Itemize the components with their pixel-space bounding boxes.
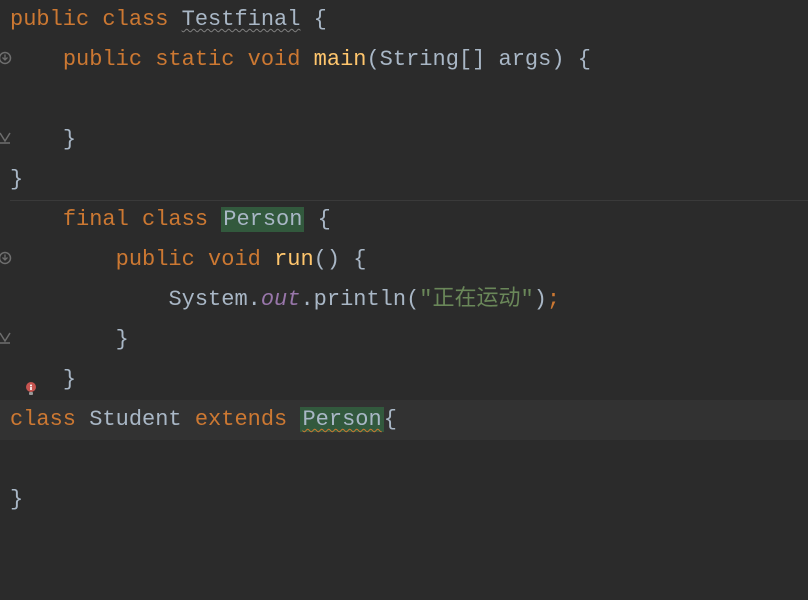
code-line[interactable]: } [0,160,808,200]
code-content: } [10,320,129,360]
token: } [116,327,129,352]
token: public [116,247,208,272]
code-content: class Student extends Person{ [10,400,397,440]
code-content: public void run() { [10,240,366,280]
code-content: } [10,480,23,520]
gutter [0,400,10,440]
token: println( [314,287,420,312]
token: out [261,287,301,312]
token: () { [314,247,367,272]
gutter [0,440,10,480]
gutter [0,240,10,280]
gutter [0,200,10,240]
gutter [0,360,10,400]
gutter [0,560,10,600]
token: class [102,7,181,32]
code-line[interactable] [0,520,808,560]
token: run [274,247,314,272]
gutter [0,40,10,80]
token: } [63,367,76,392]
token: extends [195,407,301,432]
token: final [63,207,142,232]
token: ) [534,287,547,312]
code-content: public static void main(String[] args) { [10,40,591,80]
code-line[interactable]: System.out.println("正在运动"); [0,280,808,320]
token: class [142,207,221,232]
token: ; [547,287,560,312]
code-line[interactable] [0,560,808,600]
code-content: System.out.println("正在运动"); [10,280,560,320]
code-line[interactable]: } [0,120,808,160]
gutter [0,320,10,360]
token: void [248,47,314,72]
code-line[interactable]: class Student extends Person{ [0,400,808,440]
gutter [0,280,10,320]
token: void [208,247,274,272]
token: Testfinal [182,7,301,32]
token: (String[] args) { [366,47,590,72]
code-line[interactable]: public static void main(String[] args) { [0,40,808,80]
token: static [155,47,247,72]
code-content: } [10,120,76,160]
token: Person [300,407,383,432]
code-content: public class Testfinal { [10,0,327,40]
code-line[interactable]: public class Testfinal { [0,0,808,40]
token: } [10,167,23,192]
gutter [0,160,10,200]
token [182,407,195,432]
token: { [384,407,397,432]
gutter [0,80,10,120]
token: } [10,487,23,512]
code-line[interactable]: } [0,480,808,520]
token: . [248,287,261,312]
code-line[interactable]: } [0,320,808,360]
token: Person [221,207,304,232]
code-content: final class Person { [10,200,331,240]
token: . [300,287,313,312]
gutter [0,480,10,520]
error-bulb-icon[interactable] [24,372,38,388]
code-line[interactable]: final class Person { [0,200,808,240]
token: } [63,127,76,152]
token: public [63,47,155,72]
token: System [168,287,247,312]
code-content: } [10,160,23,200]
gutter [0,0,10,40]
code-editor[interactable]: public class Testfinal { public static v… [0,0,808,600]
token: { [304,207,330,232]
token: class [10,407,89,432]
code-line[interactable] [0,80,808,120]
code-line[interactable] [0,440,808,480]
code-content: } [10,360,76,400]
gutter [0,120,10,160]
token: Student [89,407,181,432]
token: { [300,7,326,32]
token: main [314,47,367,72]
gutter [0,520,10,560]
token: public [10,7,102,32]
code-line[interactable]: } [0,360,808,400]
token: "正在运动" [419,287,533,312]
code-line[interactable]: public void run() { [0,240,808,280]
